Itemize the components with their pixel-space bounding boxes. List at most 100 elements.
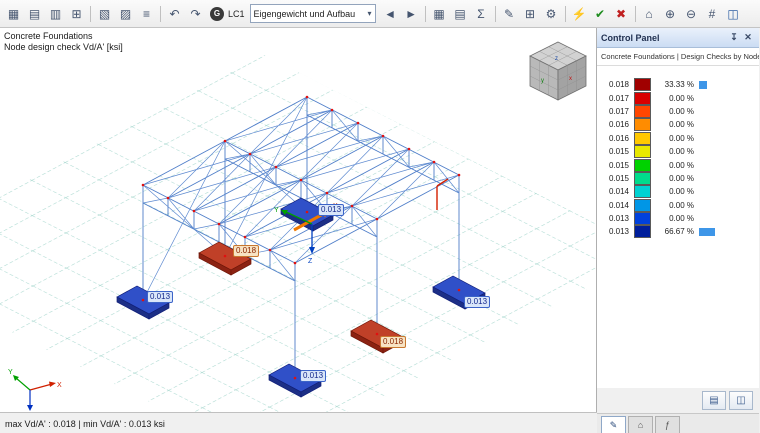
node-design-value-label: 0.018 [233,245,260,257]
zoom-out-icon[interactable]: ⊖ [681,3,702,24]
legend-percent-bar [699,188,723,196]
node-design-value-label: 0.013 [147,291,174,303]
legend-percent: 0.00 % [669,173,694,183]
color-scale-legend: 0.018 33.33 % 0.017 0.00 % 0.017 0.00 % 0.016 0… [597,66,759,388]
load-case-group: G LC1 Eigengewicht und Aufbau ▾ [210,4,376,23]
tab-filter[interactable]: ƒ [655,416,680,433]
home-view-icon[interactable]: ⌂ [639,3,660,24]
axis-x-label: X [57,382,62,389]
snap-grid-icon[interactable]: # [702,3,723,24]
calculate-check-icon[interactable]: ✔ [590,3,611,24]
legend-percent: 0.00 % [669,120,694,130]
legend-color-swatch [634,145,651,159]
undo-icon[interactable]: ↶ [164,3,185,24]
legend-value: 0.013 [608,227,629,237]
result-diagrams-icon[interactable]: ▤ [450,3,471,24]
legend-row: 0.017 0.00 % [603,104,755,118]
settings-icon[interactable]: ⚙ [541,3,562,24]
viewport-column: Concrete Foundations Node design check V… [0,28,597,433]
node-design-value-label: 0.013 [300,370,327,382]
control-panel-title: Control Panel [601,32,660,43]
legend-value: 0.017 [608,93,629,103]
results-table-icon[interactable]: ▦ [429,3,450,24]
legend-row: 0.015 0.00 % [603,171,755,185]
new-window-icon[interactable]: ⊞ [66,3,87,24]
close-icon[interactable]: ✕ [741,31,755,45]
legend-percent-bar [699,161,723,169]
tab-factors[interactable]: ⌂ [628,416,653,433]
toolbar-separator [564,5,566,22]
zoom-in-icon[interactable]: ⊕ [660,3,681,24]
display-properties-icon[interactable]: ≡ [136,3,157,24]
legend-row: 0.015 0.00 % [603,145,755,159]
legend-row: 0.014 0.00 % [603,198,755,212]
legend-percent: 0.00 % [669,187,694,197]
axis-y-label: Y [8,369,13,376]
legend-row: 0.016 0.00 % [603,131,755,145]
toolbar-separator [160,5,161,22]
node-design-value-label: 0.013 [464,296,491,308]
legend-color-swatch [634,91,651,105]
legend-percent: 33.33 % [664,80,694,90]
delete-results-icon[interactable]: ✖ [611,3,632,24]
tables-icon[interactable]: ▦ [3,3,24,24]
panel-display-button[interactable]: ◫ [729,391,753,410]
legend-value: 0.014 [608,200,629,210]
panel-tabs: ✎ ⌂ ƒ [597,413,759,433]
result-extremes-text: max Vd/A' : 0.018 | min Vd/A' : 0.013 ks… [5,418,165,429]
control-panel-subtitle-text: Concrete Foundations | Design Checks by … [601,52,759,61]
panel-settings-button[interactable]: ▤ [702,391,726,410]
legend-percent: 66.67 % [664,227,694,237]
legend-color-swatch [634,198,651,212]
legend-row: 0.018 33.33 % [603,78,755,92]
pin-icon[interactable]: ↧ [727,31,741,45]
legend-percent-bar [699,94,723,102]
legend-row: 0.016 0.00 % [603,118,755,132]
load-case-type-badge: G [210,6,224,21]
control-panel: Control Panel ↧ ✕ Concrete Foundations |… [597,28,759,433]
control-panel-subtitle: Concrete Foundations | Design Checks by … [597,48,759,66]
result-header-line2: Node design check Vd/A' [ksi] [4,42,123,52]
toolbar-separator [424,5,426,22]
result-values-icon[interactable]: Σ [471,3,492,24]
load-case-combobox[interactable]: Eigengewicht und Aufbau ▾ [249,4,376,23]
show-grid-icon[interactable]: ▧ [94,3,115,24]
legend-percent: 0.00 % [669,106,694,116]
previous-load-case-icon[interactable]: ◄ [380,3,401,24]
cube-x-label: x [569,76,572,82]
legend-color-swatch [634,131,651,145]
axis-y-label: Y [274,207,279,214]
legend-value: 0.017 [608,106,629,116]
status-bar: max Vd/A' : 0.018 | min Vd/A' : 0.013 ks… [0,412,597,433]
model-view-canvas[interactable]: X Y Z X Y Z [0,28,596,412]
navigation-cube[interactable]: x y z [529,41,587,101]
redo-icon[interactable]: ↷ [185,3,206,24]
legend-row: 0.014 0.00 % [603,185,755,199]
viewport-3d[interactable]: Concrete Foundations Node design check V… [0,28,597,412]
axis-z-label: Z [308,258,313,265]
legend-value: 0.015 [608,147,629,157]
control-panel-titlebar[interactable]: Control Panel ↧ ✕ [597,28,759,48]
legend-percent-bar [699,107,723,115]
toolbar-right-group: ◄ ► ▦ ▤ Σ ✎ ⊞ ⚙ ⚡ ✔ ✖ ⌂ ⊕ ⊖ # ◫ [380,3,744,24]
next-load-case-icon[interactable]: ► [401,3,422,24]
ground-grid [0,54,596,412]
legend-value: 0.018 [608,80,629,90]
legend-color-swatch [634,212,651,226]
legend-percent-bar [699,121,723,129]
edit-icon[interactable]: ✎ [499,3,520,24]
legend-color-swatch [634,225,651,239]
project-navigator-icon[interactable]: ▥ [45,3,66,24]
legend-percent-bar [699,80,723,89]
work-plane-icon[interactable]: ▨ [115,3,136,24]
panel-footer: ▤ ◫ [597,388,759,413]
legend-color-swatch [634,171,651,185]
add-object-icon[interactable]: ⊞ [520,3,541,24]
toolbar-separator [634,5,636,22]
printout-report-icon[interactable]: ▤ [24,3,45,24]
cube-y-label: y [541,78,544,84]
split-view-icon[interactable]: ◫ [723,3,744,24]
legend-value: 0.015 [608,173,629,183]
tab-color-scale[interactable]: ✎ [601,416,626,433]
loads-icon[interactable]: ⚡ [569,3,590,24]
